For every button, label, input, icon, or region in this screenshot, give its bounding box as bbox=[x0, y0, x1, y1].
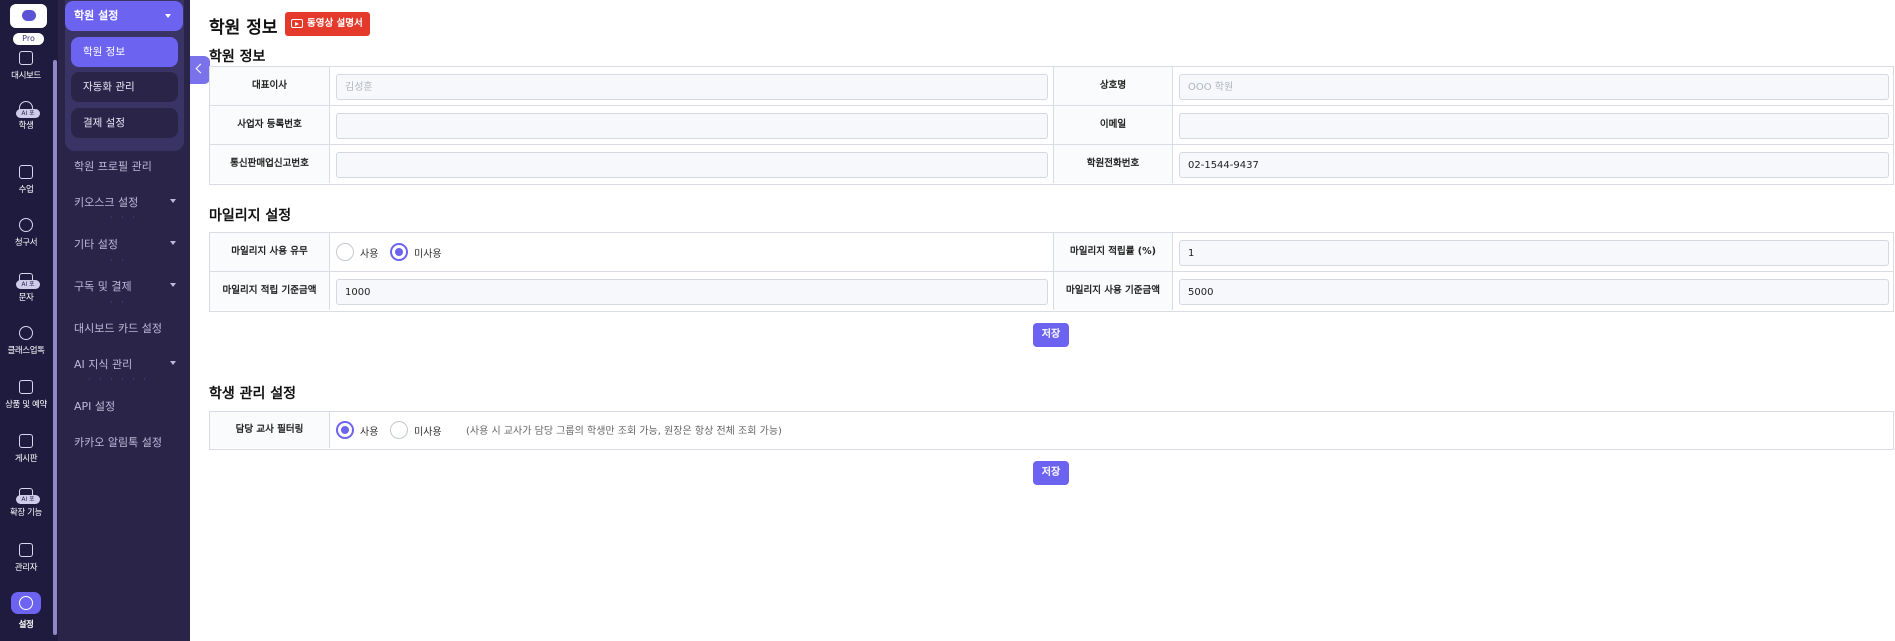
sidebar-item-academy-info[interactable]: 학원 정보 bbox=[71, 37, 178, 67]
pro-badge: Pro bbox=[13, 33, 44, 45]
form-row: 마일리지 사용 유무 사용 미사용 마일리지 적립률 (%) bbox=[210, 233, 1893, 272]
collapse-sidebar-button[interactable] bbox=[190, 56, 210, 84]
sidebar-item-kakao[interactable]: 카카오 알림톡 설정 bbox=[74, 434, 184, 450]
form-row: 마일리지 적립 기준금액 마일리지 사용 기준금액 bbox=[210, 272, 1893, 311]
rail-item-students[interactable]: AI 포 학생 bbox=[0, 101, 52, 131]
radio-icon bbox=[390, 421, 408, 439]
ai-badge: AI 포 bbox=[16, 495, 40, 504]
chevron-down-icon bbox=[170, 199, 176, 203]
form-row: 대표이사 상호명 bbox=[210, 67, 1893, 106]
biz-label: 사업자 등록번호 bbox=[210, 106, 330, 144]
rail-scrollbar[interactable] bbox=[53, 60, 57, 635]
sidebar-item-kiosk[interactable]: 키오스크 설정 bbox=[74, 194, 184, 210]
location-icon bbox=[19, 326, 33, 340]
mileage-use-off-radio[interactable]: 미사용 bbox=[390, 242, 442, 262]
phone-input[interactable] bbox=[1179, 152, 1889, 178]
chevron-down-icon bbox=[170, 241, 176, 245]
rail-item-classuptalk[interactable]: 클래스업톡 bbox=[0, 326, 52, 356]
rail-item-products[interactable]: 상품 및 예약 bbox=[0, 380, 52, 410]
won-icon bbox=[19, 218, 33, 232]
teacher-filter-on-radio[interactable]: 사용 bbox=[336, 420, 378, 440]
sidebar-item-subscription[interactable]: 구독 및 결제 bbox=[74, 278, 184, 294]
bag-icon bbox=[19, 380, 33, 394]
mileage-save-button[interactable]: 저장 bbox=[1033, 323, 1069, 347]
academy-info-form: 대표이사 상호명 사업자 등록번호 이메일 통신판매업신고번호 학원전화번호 bbox=[209, 66, 1894, 185]
section-title-mileage: 마일리지 설정 bbox=[209, 208, 292, 224]
rail-item-invoice[interactable]: 청구서 bbox=[0, 218, 52, 248]
youtube-icon bbox=[291, 19, 303, 28]
divider-dots: · · · · · · bbox=[88, 375, 149, 384]
mileage-use-on-radio[interactable]: 사용 bbox=[336, 242, 378, 262]
use-base-input[interactable] bbox=[1179, 279, 1889, 305]
rail-item-extensions[interactable]: AI 포 확장 기능 bbox=[0, 488, 52, 518]
sidebar-item-profile[interactable]: 학원 프로필 관리 bbox=[74, 158, 184, 174]
phone-label: 학원전화번호 bbox=[1053, 145, 1173, 183]
chevron-down-icon bbox=[165, 14, 171, 18]
ecom-number-input[interactable] bbox=[336, 152, 1048, 178]
sidebar-group-title[interactable]: 학원 설정 bbox=[65, 1, 183, 31]
rep-input[interactable] bbox=[336, 74, 1048, 100]
rail-item-admin[interactable]: 관리자 bbox=[0, 543, 52, 573]
gear-icon bbox=[19, 596, 33, 610]
earn-base-label: 마일리지 적립 기준금액 bbox=[210, 272, 330, 310]
teacher-filter-hint: (사용 시 교사가 담당 그룹의 학생만 조회 가능, 원장은 항상 전체 조회… bbox=[466, 426, 782, 437]
sidebar-item-api[interactable]: API 설정 bbox=[74, 398, 184, 414]
logo-icon bbox=[22, 10, 36, 21]
ai-badge: AI 포 bbox=[16, 109, 40, 118]
divider-dots: · · · bbox=[110, 213, 138, 222]
rail-item-board[interactable]: 게시판 bbox=[0, 434, 52, 464]
teacher-filter-off-radio[interactable]: 미사용 bbox=[390, 420, 442, 440]
mileage-use-label: 마일리지 사용 유무 bbox=[210, 233, 330, 271]
chevron-down-icon bbox=[170, 361, 176, 365]
section-title-academy: 학원 정보 bbox=[209, 49, 266, 65]
mileage-form: 마일리지 사용 유무 사용 미사용 마일리지 적립률 (%) 마일리지 적립 기… bbox=[209, 232, 1894, 312]
name-label: 상호명 bbox=[1053, 67, 1173, 105]
form-row: 담당 교사 필터링 사용 미사용 (사용 시 교사가 담당 그룹의 학생만 조회… bbox=[210, 412, 1893, 449]
radio-checked-icon bbox=[390, 243, 408, 261]
calendar-icon bbox=[19, 165, 33, 179]
video-manual-button[interactable]: 동영상 설명서 bbox=[285, 12, 370, 36]
page-title: 학원 정보 bbox=[209, 18, 278, 38]
mileage-rate-input[interactable] bbox=[1179, 240, 1889, 266]
rail-item-message[interactable]: AI 포 문자 bbox=[0, 273, 52, 303]
use-base-label: 마일리지 사용 기준금액 bbox=[1053, 272, 1173, 310]
sidebar-item-payment[interactable]: 결제 설정 bbox=[71, 108, 178, 138]
biz-number-input[interactable] bbox=[336, 113, 1048, 139]
app: Pro 대시보드 AI 포 학생 수업 청구서 AI 포 문자 클래스업톡 상품… bbox=[0, 0, 1895, 641]
earn-base-input[interactable] bbox=[336, 279, 1048, 305]
sidebar-item-ai-knowledge[interactable]: AI 지식 관리 bbox=[74, 356, 184, 372]
teacher-filter-label: 담당 교사 필터링 bbox=[210, 412, 330, 448]
form-row: 사업자 등록번호 이메일 bbox=[210, 106, 1893, 145]
divider-dots: · · bbox=[110, 298, 127, 307]
sidebar-item-automation[interactable]: 자동화 관리 bbox=[71, 72, 178, 102]
ai-badge: AI 포 bbox=[16, 280, 40, 289]
form-row: 통신판매업신고번호 학원전화번호 bbox=[210, 145, 1893, 184]
logo[interactable] bbox=[10, 4, 47, 28]
rail-item-settings[interactable]: 설정 bbox=[0, 592, 52, 630]
chat-icon bbox=[19, 434, 33, 448]
sidebar-item-dashboard-card[interactable]: 대시보드 카드 설정 bbox=[74, 320, 184, 336]
student-save-button[interactable]: 저장 bbox=[1033, 461, 1069, 485]
ecom-label: 통신판매업신고번호 bbox=[210, 145, 330, 183]
sidebar-item-etc[interactable]: 기타 설정 bbox=[74, 236, 184, 252]
radio-icon bbox=[336, 243, 354, 261]
admin-icon bbox=[19, 543, 33, 557]
radio-checked-icon bbox=[336, 421, 354, 439]
dashboard-icon bbox=[19, 51, 33, 65]
rail-item-classes[interactable]: 수업 bbox=[0, 165, 52, 195]
icon-rail: Pro 대시보드 AI 포 학생 수업 청구서 AI 포 문자 클래스업톡 상품… bbox=[0, 0, 58, 641]
mileage-rate-label: 마일리지 적립률 (%) bbox=[1053, 233, 1173, 271]
email-input[interactable] bbox=[1179, 113, 1889, 139]
student-settings-form: 담당 교사 필터링 사용 미사용 (사용 시 교사가 담당 그룹의 학생만 조회… bbox=[209, 411, 1894, 450]
rail-item-dashboard[interactable]: 대시보드 bbox=[0, 51, 52, 81]
rep-label: 대표이사 bbox=[210, 67, 330, 105]
academy-name-input[interactable] bbox=[1179, 74, 1889, 100]
divider-dots: · · bbox=[110, 256, 127, 265]
chevron-down-icon bbox=[170, 283, 176, 287]
email-label: 이메일 bbox=[1053, 106, 1173, 144]
section-title-student: 학생 관리 설정 bbox=[209, 386, 297, 402]
